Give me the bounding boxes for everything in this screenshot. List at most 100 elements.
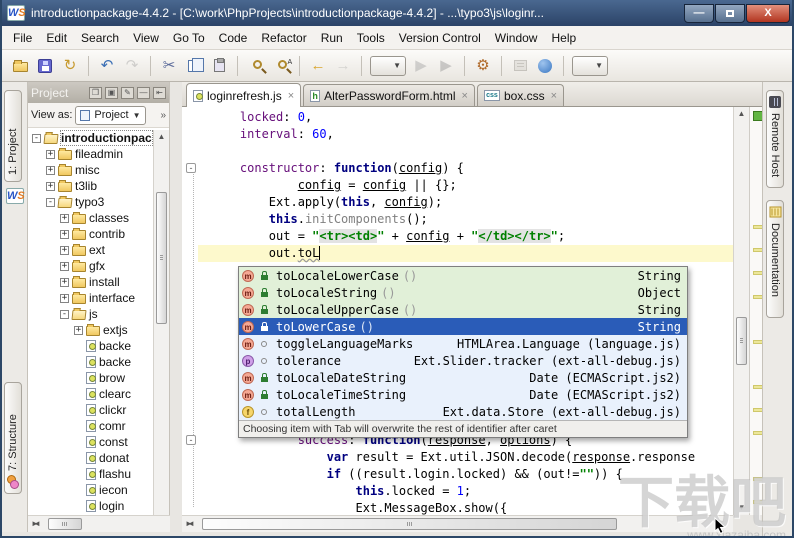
tree-item-js[interactable]: - js <box>28 306 153 322</box>
close-button[interactable]: X <box>746 3 790 23</box>
project-tree-vscrollbar[interactable]: ▲ ▼ <box>153 130 169 536</box>
tool-tab-structure[interactable]: 7: Structure <box>4 382 22 494</box>
menu-help[interactable]: Help <box>544 28 583 48</box>
scroll-right-icon[interactable]: ► <box>182 516 196 532</box>
editor-vscrollbar[interactable]: ▲ ▼ <box>733 107 749 515</box>
menu-code[interactable]: Code <box>212 28 255 48</box>
completion-item-totalLength[interactable]: f totalLength Ext.data.Store (ext-all-debu… <box>239 403 687 420</box>
scroll-thumb[interactable] <box>736 317 747 365</box>
redo-button[interactable]: ↷ <box>120 54 144 78</box>
tree-item-clearc[interactable]: clearc <box>28 386 153 402</box>
tree-item-backe[interactable]: backe <box>28 354 153 370</box>
completion-item-toLocaleTimeString[interactable]: m toLocaleTimeString Date (ECMAScript.js2) <box>239 386 687 403</box>
float-mode-icon[interactable]: ❒ <box>89 86 102 99</box>
code-line[interactable]: if ((result.login.locked) && (out!="")) … <box>182 466 733 483</box>
hide-panel-icon[interactable]: ⇤ <box>153 86 166 99</box>
tree-item-backe[interactable]: backe <box>28 338 153 354</box>
tab-AlterPasswordForm.html[interactable]: h AlterPasswordForm.html × <box>303 84 475 106</box>
dock-mode-icon[interactable]: ▣ <box>105 86 118 99</box>
tab-box.css[interactable]: css box.css × <box>476 84 565 106</box>
tree-item-flashu[interactable]: flashu <box>28 466 153 482</box>
menu-version-control[interactable]: Version Control <box>392 28 488 48</box>
tree-item-contrib[interactable]: + contrib <box>28 226 153 242</box>
tool-tab-project[interactable]: 1: Project <box>4 90 22 182</box>
completion-item-toLowerCase[interactable]: m toLowerCase() String <box>239 318 687 335</box>
tree-item-interface[interactable]: + interface <box>28 290 153 306</box>
close-tab-icon[interactable]: × <box>551 90 557 102</box>
code-line[interactable]: constructor: function(config) { <box>182 160 733 177</box>
tree-item-const[interactable]: const <box>28 434 153 450</box>
fold-collapse-icon[interactable]: - <box>186 163 196 173</box>
export-settings-button[interactable] <box>508 54 532 78</box>
minimize-panel-icon[interactable]: — <box>137 86 150 99</box>
tree-item-brow[interactable]: brow <box>28 370 153 386</box>
help-button[interactable] <box>533 54 557 78</box>
run-button[interactable]: ▶ <box>409 54 433 78</box>
scroll-right-icon[interactable]: ► <box>28 516 42 532</box>
scroll-up-icon[interactable]: ▲ <box>734 107 749 121</box>
completion-item-tolerance[interactable]: p tolerance Ext.Slider.tracker (ext-all-de… <box>239 352 687 369</box>
tool-tab-documentation[interactable]: Documentation <box>766 200 784 318</box>
collapse-icon[interactable]: - <box>32 133 41 143</box>
tree-item-install[interactable]: + install <box>28 274 153 290</box>
close-tab-icon[interactable]: × <box>462 90 468 102</box>
expand-icon[interactable]: + <box>60 213 69 223</box>
code-line[interactable]: this.locked = 1; <box>182 483 733 500</box>
project-hscrollbar[interactable]: ◄ ► <box>28 515 170 532</box>
menu-search[interactable]: Search <box>74 28 126 48</box>
tree-item-typo3[interactable]: - typo3 <box>28 194 153 210</box>
tree-item-comr[interactable]: comr <box>28 418 153 434</box>
collapse-icon[interactable]: - <box>46 197 55 207</box>
close-tab-icon[interactable]: × <box>288 90 294 102</box>
menu-refactor[interactable]: Refactor <box>254 28 313 48</box>
code-line[interactable]: locked: 0, <box>182 109 733 126</box>
expand-icon[interactable]: + <box>46 149 55 159</box>
copy-button[interactable] <box>182 54 206 78</box>
back-button[interactable]: ← <box>306 54 330 78</box>
menu-view[interactable]: View <box>126 28 166 48</box>
tree-item-fileadmin[interactable]: + fileadmin <box>28 146 153 162</box>
tree-item-donat[interactable]: donat <box>28 450 153 466</box>
open-button[interactable] <box>8 54 32 78</box>
completion-item-toLocaleLowerCase[interactable]: m toLocaleLowerCase() String <box>239 267 687 284</box>
code-line[interactable]: config = config || {}; <box>182 177 733 194</box>
completion-item-toLocaleUpperCase[interactable]: m toLocaleUpperCase() String <box>239 301 687 318</box>
editor[interactable]: -- locked: 0, interval: 60, constructor:… <box>182 107 733 515</box>
completion-item-toLocaleString[interactable]: m toLocaleString() Object <box>239 284 687 301</box>
tree-item-clickr[interactable]: clickr <box>28 402 153 418</box>
tree-item-login[interactable]: login <box>28 498 153 514</box>
code-line[interactable] <box>182 143 733 160</box>
synchronize-button[interactable]: ↻ <box>58 54 82 78</box>
expand-icon[interactable]: + <box>60 293 69 303</box>
scroll-thumb[interactable] <box>202 518 617 530</box>
paste-button[interactable] <box>207 54 231 78</box>
debug-button[interactable]: ▶ <box>434 54 458 78</box>
tree-item-misc[interactable]: + misc <box>28 162 153 178</box>
replace-button[interactable] <box>269 54 293 78</box>
expand-icon[interactable]: + <box>60 277 69 287</box>
code-line[interactable]: this.initComponents(); <box>182 211 733 228</box>
pin-icon[interactable]: ✎ <box>121 86 134 99</box>
scroll-thumb[interactable] <box>48 518 82 530</box>
tree-item-t3lib[interactable]: + t3lib <box>28 178 153 194</box>
menu-go-to[interactable]: Go To <box>166 28 212 48</box>
code-line[interactable]: var result = Ext.util.JSON.decode(respon… <box>182 449 733 466</box>
code-line[interactable]: out.toL <box>182 245 733 262</box>
expand-icon[interactable]: + <box>60 229 69 239</box>
menu-window[interactable]: Window <box>488 28 545 48</box>
maximize-button[interactable] <box>715 3 745 23</box>
editor-hscrollbar[interactable]: ◄ ► <box>182 515 733 532</box>
tree-item-gfx[interactable]: + gfx <box>28 258 153 274</box>
code-line[interactable]: interval: 60, <box>182 126 733 143</box>
more-options-chevron[interactable]: » <box>160 110 166 121</box>
more-actions-combo[interactable]: ▼ <box>572 55 608 76</box>
tree-item-classes[interactable]: + classes <box>28 210 153 226</box>
code-line[interactable]: out = "<tr><td>" + config + "</td></tr>"… <box>182 228 733 245</box>
expand-icon[interactable]: + <box>60 261 69 271</box>
menu-run[interactable]: Run <box>314 28 350 48</box>
completion-item-toggleLanguageMarks[interactable]: m toggleLanguageMarks HTMLArea.Language (l… <box>239 335 687 352</box>
expand-icon[interactable]: + <box>74 325 83 335</box>
find-button[interactable] <box>244 54 268 78</box>
tree-item-introductionpac[interactable]: - introductionpac <box>28 130 153 146</box>
forward-button[interactable]: → <box>331 54 355 78</box>
